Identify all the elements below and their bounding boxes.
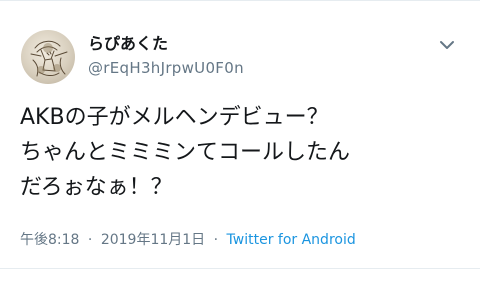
meta-separator: · [213,232,219,248]
tweet-source-link[interactable]: Twitter for Android [227,232,356,248]
tweet-text: AKBの子がメルヘンデビュー？ ちゃんとミミミンてコールしたん だろぉなぁ！？ [20,100,470,205]
tweet-menu-button[interactable] [436,34,458,56]
tweet-text-line: ちゃんとミミミンてコールしたん [20,140,351,165]
tweet-text-line: AKBの子がメルヘンデビュー？ [20,105,329,130]
tweet-time[interactable]: 午後8:18 [20,232,79,248]
top-divider [0,0,480,1]
tweet-meta: 午後8:18 · 2019年11月1日 · Twitter for Androi… [20,230,356,250]
author-display-name[interactable]: らぴあくた [88,34,168,54]
avatar[interactable] [21,30,75,84]
chevron-down-icon [440,41,454,49]
author-handle[interactable]: @rEqH3hJrpwU0F0n [88,58,244,78]
meta-separator: · [87,232,93,248]
tweet-text-line: だろぉなぁ！？ [20,175,173,200]
bottom-divider [0,268,480,269]
avatar-sketch-illustration [30,40,68,77]
tweet-date[interactable]: 2019年11月1日 [101,232,205,248]
tweet-card: らぴあくた @rEqH3hJrpwU0F0n AKBの子がメルヘンデビュー？ ち… [0,0,480,282]
